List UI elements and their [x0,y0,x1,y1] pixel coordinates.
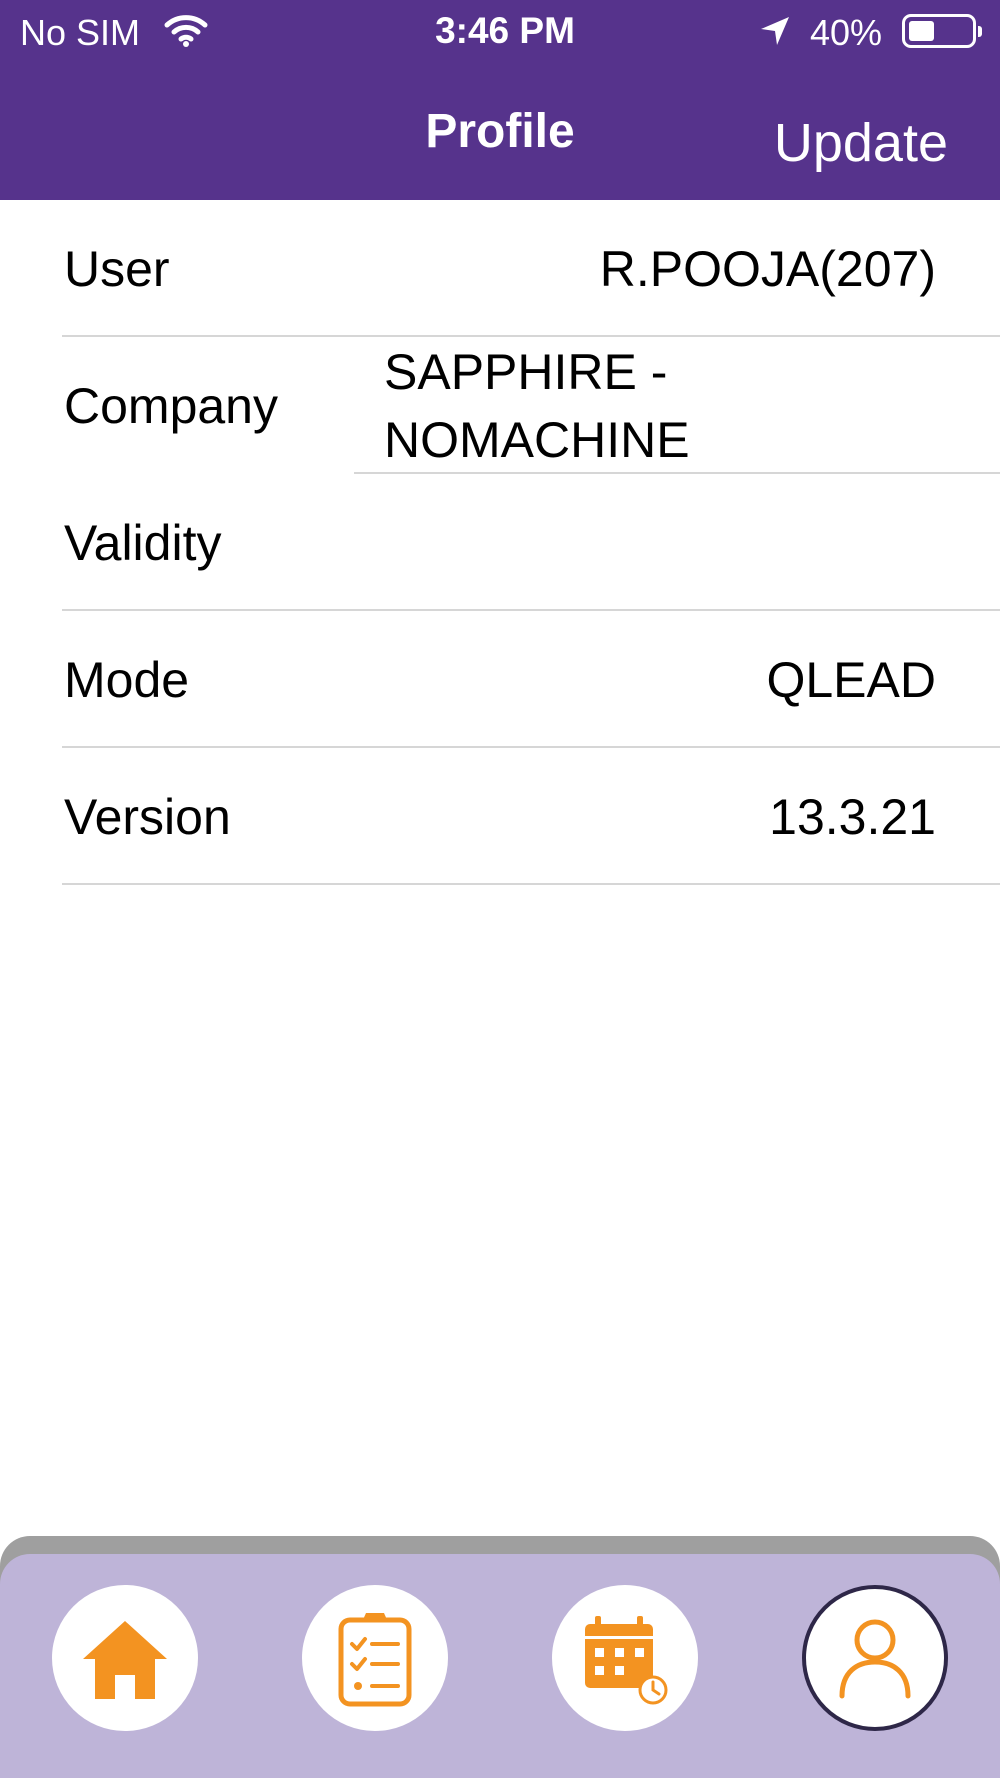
profile-row-company: Company SAPPHIRE - NOMACHINE [0,337,1000,474]
battery-level-fill [909,21,934,41]
row-label-validity: Validity [64,514,222,571]
battery-icon [902,14,982,48]
profile-details-list: User R.POOJA(207) Company SAPPHIRE - NOM… [0,200,1000,885]
row-label-user: User [64,240,170,297]
row-divider [62,883,1000,885]
tab-tasks[interactable] [302,1585,448,1731]
row-value-company: SAPPHIRE - NOMACHINE [384,343,690,468]
tab-profile[interactable] [802,1585,948,1731]
row-label-company: Company [64,377,278,434]
clipboard-checklist-icon [338,1613,412,1707]
app-header: No SIM 3:46 PM 40% Profile Update [0,0,1000,200]
battery-percent: 40% [810,12,883,53]
location-arrow-icon [761,17,789,45]
user-profile-icon [839,1619,911,1699]
profile-row-validity: Validity [0,474,1000,611]
row-value-user: R.POOJA(207) [599,240,936,297]
profile-row-mode: Mode QLEAD [0,611,1000,748]
row-value-version: 13.3.21 [769,788,936,845]
row-label-mode: Mode [64,651,190,708]
tab-home[interactable] [52,1585,198,1731]
update-button[interactable]: Update [774,112,948,174]
battery-nub [978,26,982,37]
row-value-mode: QLEAD [766,651,936,708]
status-bar: No SIM 3:46 PM 40% [0,0,1000,64]
profile-row-version: Version 13.3.21 [0,748,1000,885]
tab-calendar[interactable] [552,1585,698,1731]
profile-row-user: User R.POOJA(207) [0,200,1000,337]
row-label-version: Version [64,788,231,845]
calendar-clock-icon [585,1616,668,1705]
home-icon [83,1621,167,1699]
